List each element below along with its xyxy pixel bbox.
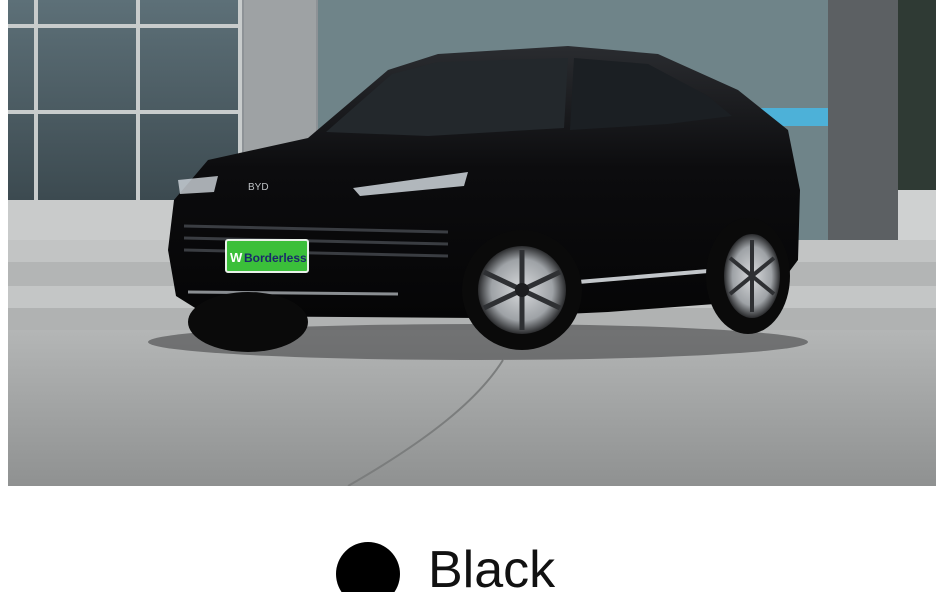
license-plate: W Borderless	[225, 239, 309, 273]
plate-logo: W	[230, 250, 243, 265]
rear-wheel	[706, 218, 790, 334]
car-photo-illustration: BYD W Borderless	[8, 0, 936, 486]
front-left-wheel	[188, 292, 308, 352]
brand-badge: BYD	[248, 182, 269, 193]
product-photo: BYD W Borderless	[8, 0, 936, 486]
color-name-label: Black	[428, 541, 556, 592]
front-wheel	[462, 230, 582, 350]
color-swatch[interactable]	[336, 542, 400, 592]
plate-text: Borderless	[244, 251, 307, 265]
color-option[interactable]: Black	[0, 532, 936, 592]
stone-pillar-right	[828, 0, 898, 240]
